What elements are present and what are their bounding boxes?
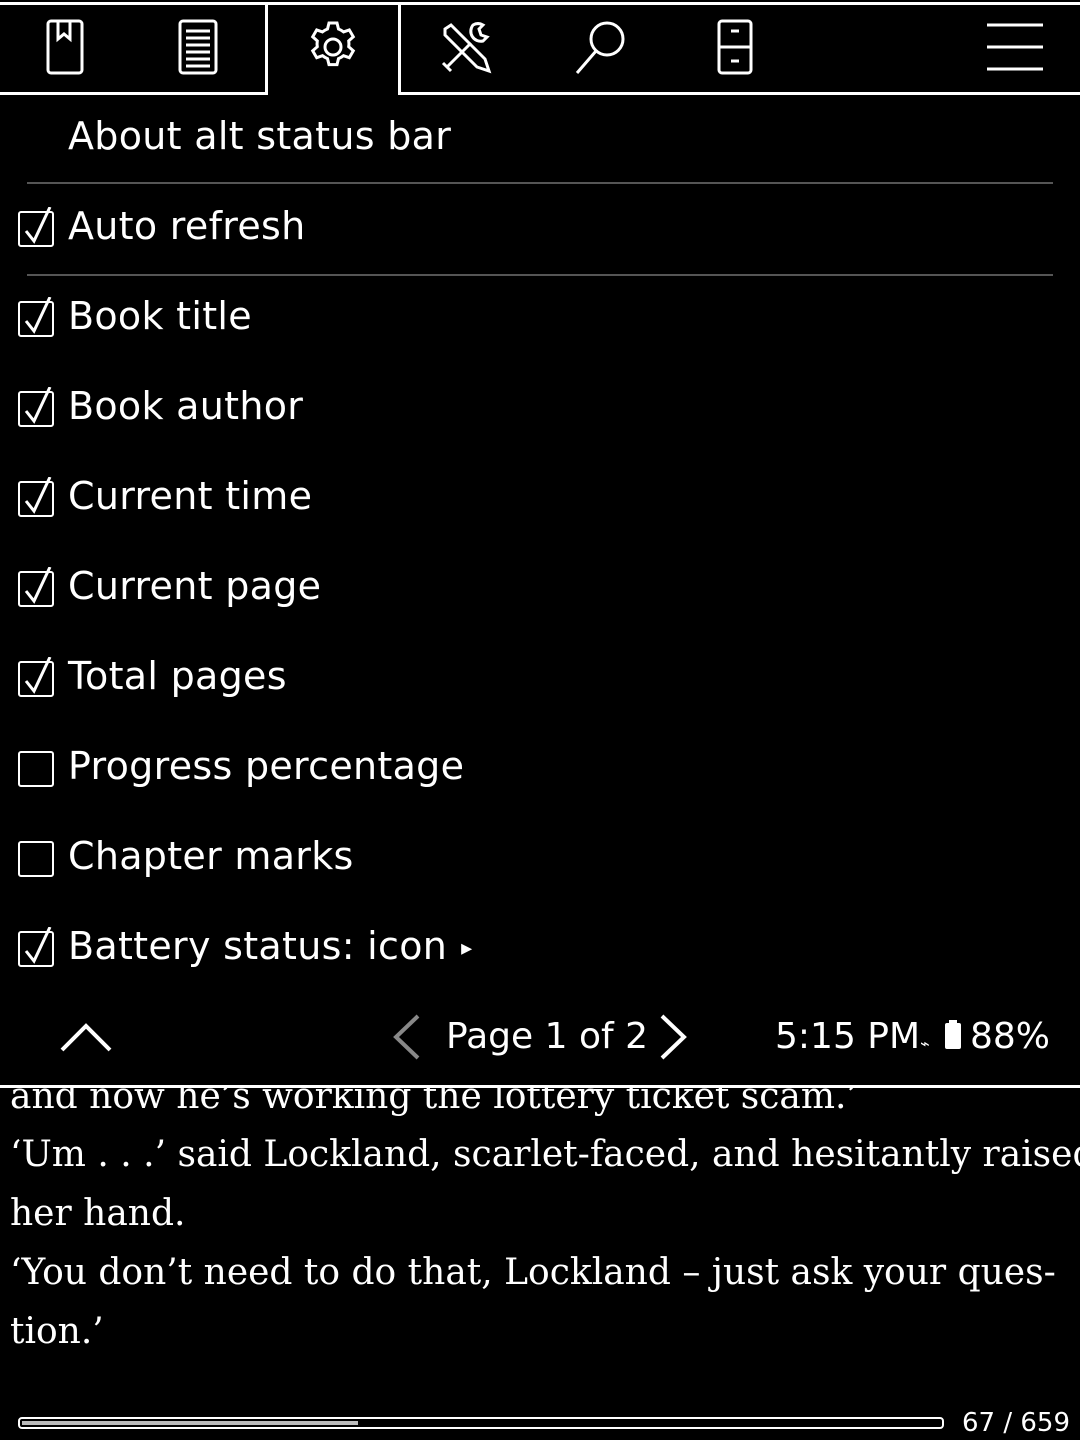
chevron-left-icon[interactable] xyxy=(388,1012,424,1062)
menu-page-indicator: Page 1 of 2 xyxy=(446,1016,648,1057)
tab-bar xyxy=(0,0,1080,96)
checkbox-checked-icon[interactable] xyxy=(18,297,54,337)
about-alt-status-bar-item[interactable]: About alt status bar xyxy=(0,96,1080,186)
gear-icon[interactable] xyxy=(300,14,366,80)
book-page[interactable]: and now he’s working the lottery ticket … xyxy=(0,1088,1080,1388)
menu-item-current-page[interactable]: Current page xyxy=(0,546,1080,636)
separator xyxy=(27,182,1053,184)
current-time: 5:15 PM xyxy=(775,1016,921,1057)
search-icon[interactable] xyxy=(568,14,634,80)
menu-item-label-group: Battery status: icon ▸ xyxy=(68,924,473,968)
checkbox-unchecked-icon[interactable] xyxy=(18,841,54,877)
tabbar-bottom-left-line xyxy=(0,92,268,95)
menu-item-label: Auto refresh xyxy=(68,204,306,248)
menu-footer: Page 1 of 2 5:15 PM ⌁ 88% xyxy=(0,996,1080,1086)
chevron-right-icon[interactable] xyxy=(656,1012,692,1062)
page-count: 67 / 659 xyxy=(962,1408,1070,1438)
chevron-up-icon[interactable] xyxy=(58,1018,114,1058)
book-line: her hand. xyxy=(10,1193,186,1234)
tabbar-top-line xyxy=(0,2,1080,5)
book-line: ‘Um . . .’ said Lockland, scarlet-faced,… xyxy=(10,1134,1080,1175)
active-tab-right-edge xyxy=(398,2,401,95)
menu-item-label: Current time xyxy=(68,474,313,518)
tools-icon[interactable] xyxy=(434,14,500,80)
reading-progress-bar[interactable] xyxy=(18,1417,944,1429)
bookmark-icon[interactable] xyxy=(32,14,98,80)
menu-header-label: About alt status bar xyxy=(68,114,452,158)
battery-percentage: 88% xyxy=(970,1016,1051,1057)
checkbox-checked-icon[interactable] xyxy=(18,207,54,247)
checkbox-checked-icon[interactable] xyxy=(18,387,54,427)
device-icon[interactable] xyxy=(702,14,768,80)
book-line: and now he’s working the lottery ticket … xyxy=(10,1088,858,1117)
active-tab-left-edge xyxy=(265,2,268,95)
menu-item-book-author[interactable]: Book author xyxy=(0,366,1080,456)
menu-item-chapter-marks[interactable]: Chapter marks xyxy=(0,816,1080,906)
checkbox-checked-icon[interactable] xyxy=(18,567,54,607)
menu-item-total-pages[interactable]: Total pages xyxy=(0,636,1080,726)
menu-item-auto-refresh[interactable]: Auto refresh xyxy=(0,186,1080,276)
status-bar-menu: About alt status bar Auto refresh Book ti… xyxy=(0,96,1080,996)
menu-item-label: Book title xyxy=(68,294,252,338)
menu-item-label: Progress percentage xyxy=(68,744,465,788)
checkbox-checked-icon[interactable] xyxy=(18,657,54,697)
menu-item-current-time[interactable]: Current time xyxy=(0,456,1080,546)
book-line: tion.’ xyxy=(10,1311,104,1352)
menu-item-label: Current page xyxy=(68,564,322,608)
menu-item-label: Battery status: icon xyxy=(68,924,448,968)
menu-item-label: Chapter marks xyxy=(68,834,354,878)
toc-icon[interactable] xyxy=(165,14,231,80)
menu-item-label: Book author xyxy=(68,384,304,428)
checkbox-checked-icon[interactable] xyxy=(18,477,54,517)
hamburger-menu-icon[interactable] xyxy=(982,14,1048,80)
book-line: ‘You don’t need to do that, Lockland – j… xyxy=(10,1252,1056,1293)
submenu-arrow-icon: ▸ xyxy=(461,936,473,961)
menu-item-label: Total pages xyxy=(68,654,287,698)
menu-item-battery-status-icon[interactable]: Battery status: icon ▸ xyxy=(0,906,1080,996)
tabbar-bottom-right-line xyxy=(398,92,1080,95)
wifi-off-icon: ⌁ xyxy=(920,1034,930,1053)
checkbox-checked-icon[interactable] xyxy=(18,927,54,967)
battery-icon xyxy=(945,1020,961,1049)
menu-item-book-title[interactable]: Book title xyxy=(0,276,1080,366)
menu-item-progress-percentage[interactable]: Progress percentage xyxy=(0,726,1080,816)
checkbox-unchecked-icon[interactable] xyxy=(18,751,54,787)
progress-fill xyxy=(22,1421,358,1425)
